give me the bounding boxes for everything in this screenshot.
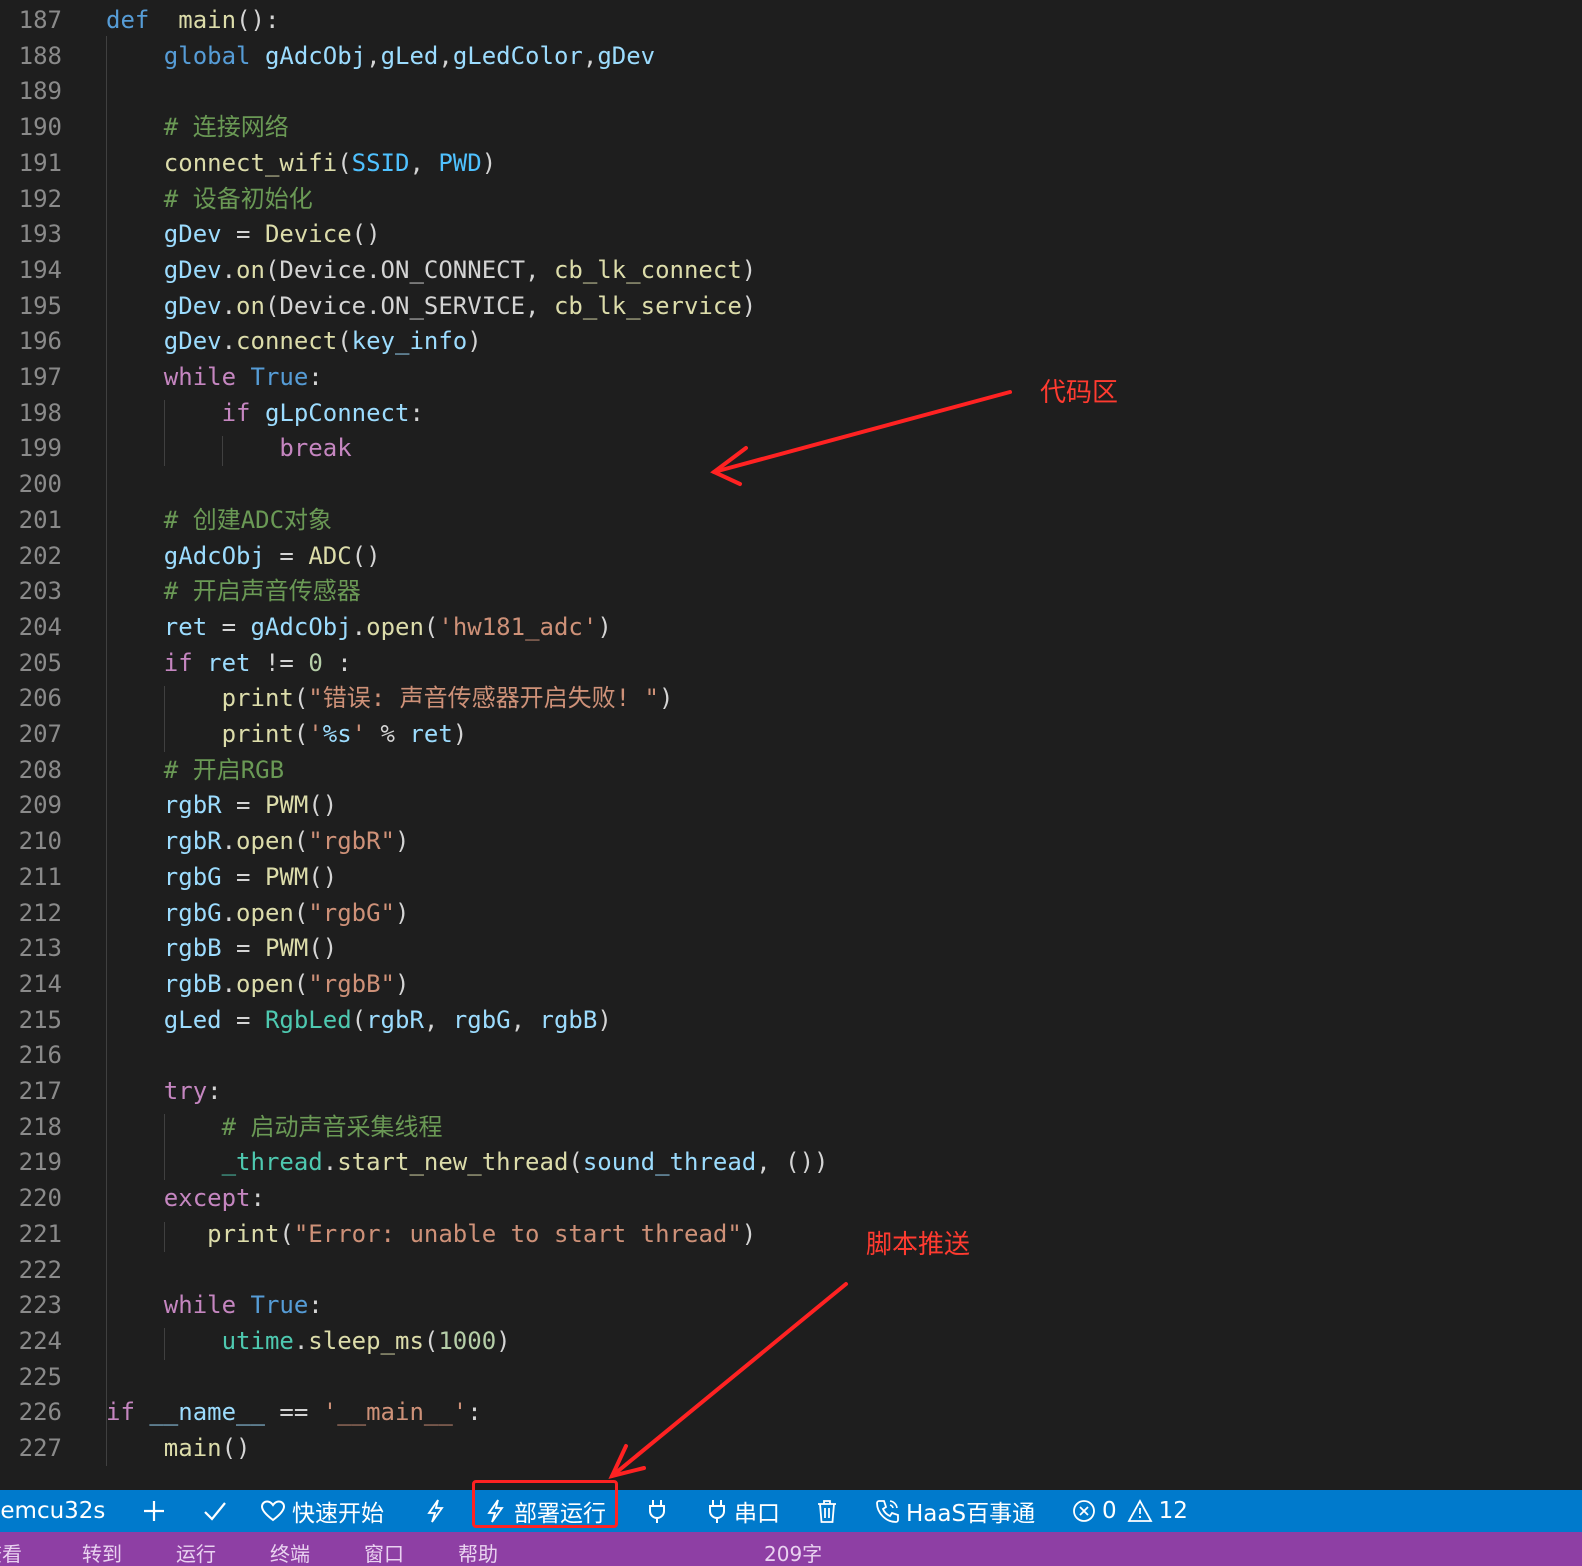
- quick-start-label: 快速开始: [292, 1501, 384, 1527]
- serial-plug-icon: [706, 1498, 728, 1524]
- code-area-arrow: [710, 390, 1012, 486]
- flash-icon[interactable]: [424, 1490, 446, 1532]
- deploy-run-highlight: [472, 1480, 618, 1528]
- board-name: lemcu32s: [0, 1498, 106, 1524]
- board-selector[interactable]: lemcu32s: [0, 1490, 105, 1532]
- annotation-arrows: [608, 390, 1012, 1479]
- menu-item-window[interactable]: 窗口: [364, 1538, 404, 1566]
- quick-start-button[interactable]: 快速开始: [260, 1490, 384, 1532]
- haas-help-label: HaaS百事通: [906, 1501, 1036, 1527]
- menu-bar: 查看 转到 运行 终端 窗口 帮助 209字: [0, 1532, 1582, 1566]
- script-push-arrow: [608, 1282, 848, 1479]
- error-icon: [1072, 1499, 1096, 1523]
- phone-icon: [874, 1498, 900, 1524]
- menu-item-help[interactable]: 帮助: [458, 1538, 498, 1566]
- add-icon[interactable]: [142, 1490, 166, 1532]
- trash-icon[interactable]: [816, 1490, 838, 1532]
- warning-icon: [1127, 1499, 1153, 1523]
- warning-count: 12: [1158, 1498, 1188, 1524]
- error-count: 0: [1102, 1498, 1117, 1524]
- menu-item-run[interactable]: 运行: [176, 1538, 216, 1566]
- check-icon[interactable]: [202, 1490, 228, 1532]
- haas-help-button[interactable]: HaaS百事通: [874, 1490, 1035, 1532]
- heart-icon: [260, 1499, 286, 1523]
- plug-icon[interactable]: [646, 1490, 668, 1532]
- status-bar: lemcu32s 快速开始 部署运行 串口 HaaS百事通 0 12: [0, 1490, 1582, 1532]
- script-push-annotation: 脚本推送: [866, 1230, 971, 1260]
- serial-button[interactable]: 串口: [706, 1490, 780, 1532]
- menu-item-go[interactable]: 转到: [82, 1538, 122, 1566]
- system-status-text: 209字: [764, 1542, 823, 1566]
- problems-indicator[interactable]: 0 12: [1072, 1490, 1188, 1532]
- menu-item-terminal[interactable]: 终端: [270, 1538, 310, 1566]
- serial-label: 串口: [734, 1501, 780, 1527]
- menu-item-view[interactable]: 查看: [0, 1538, 22, 1566]
- code-area-annotation: 代码区: [1040, 378, 1119, 408]
